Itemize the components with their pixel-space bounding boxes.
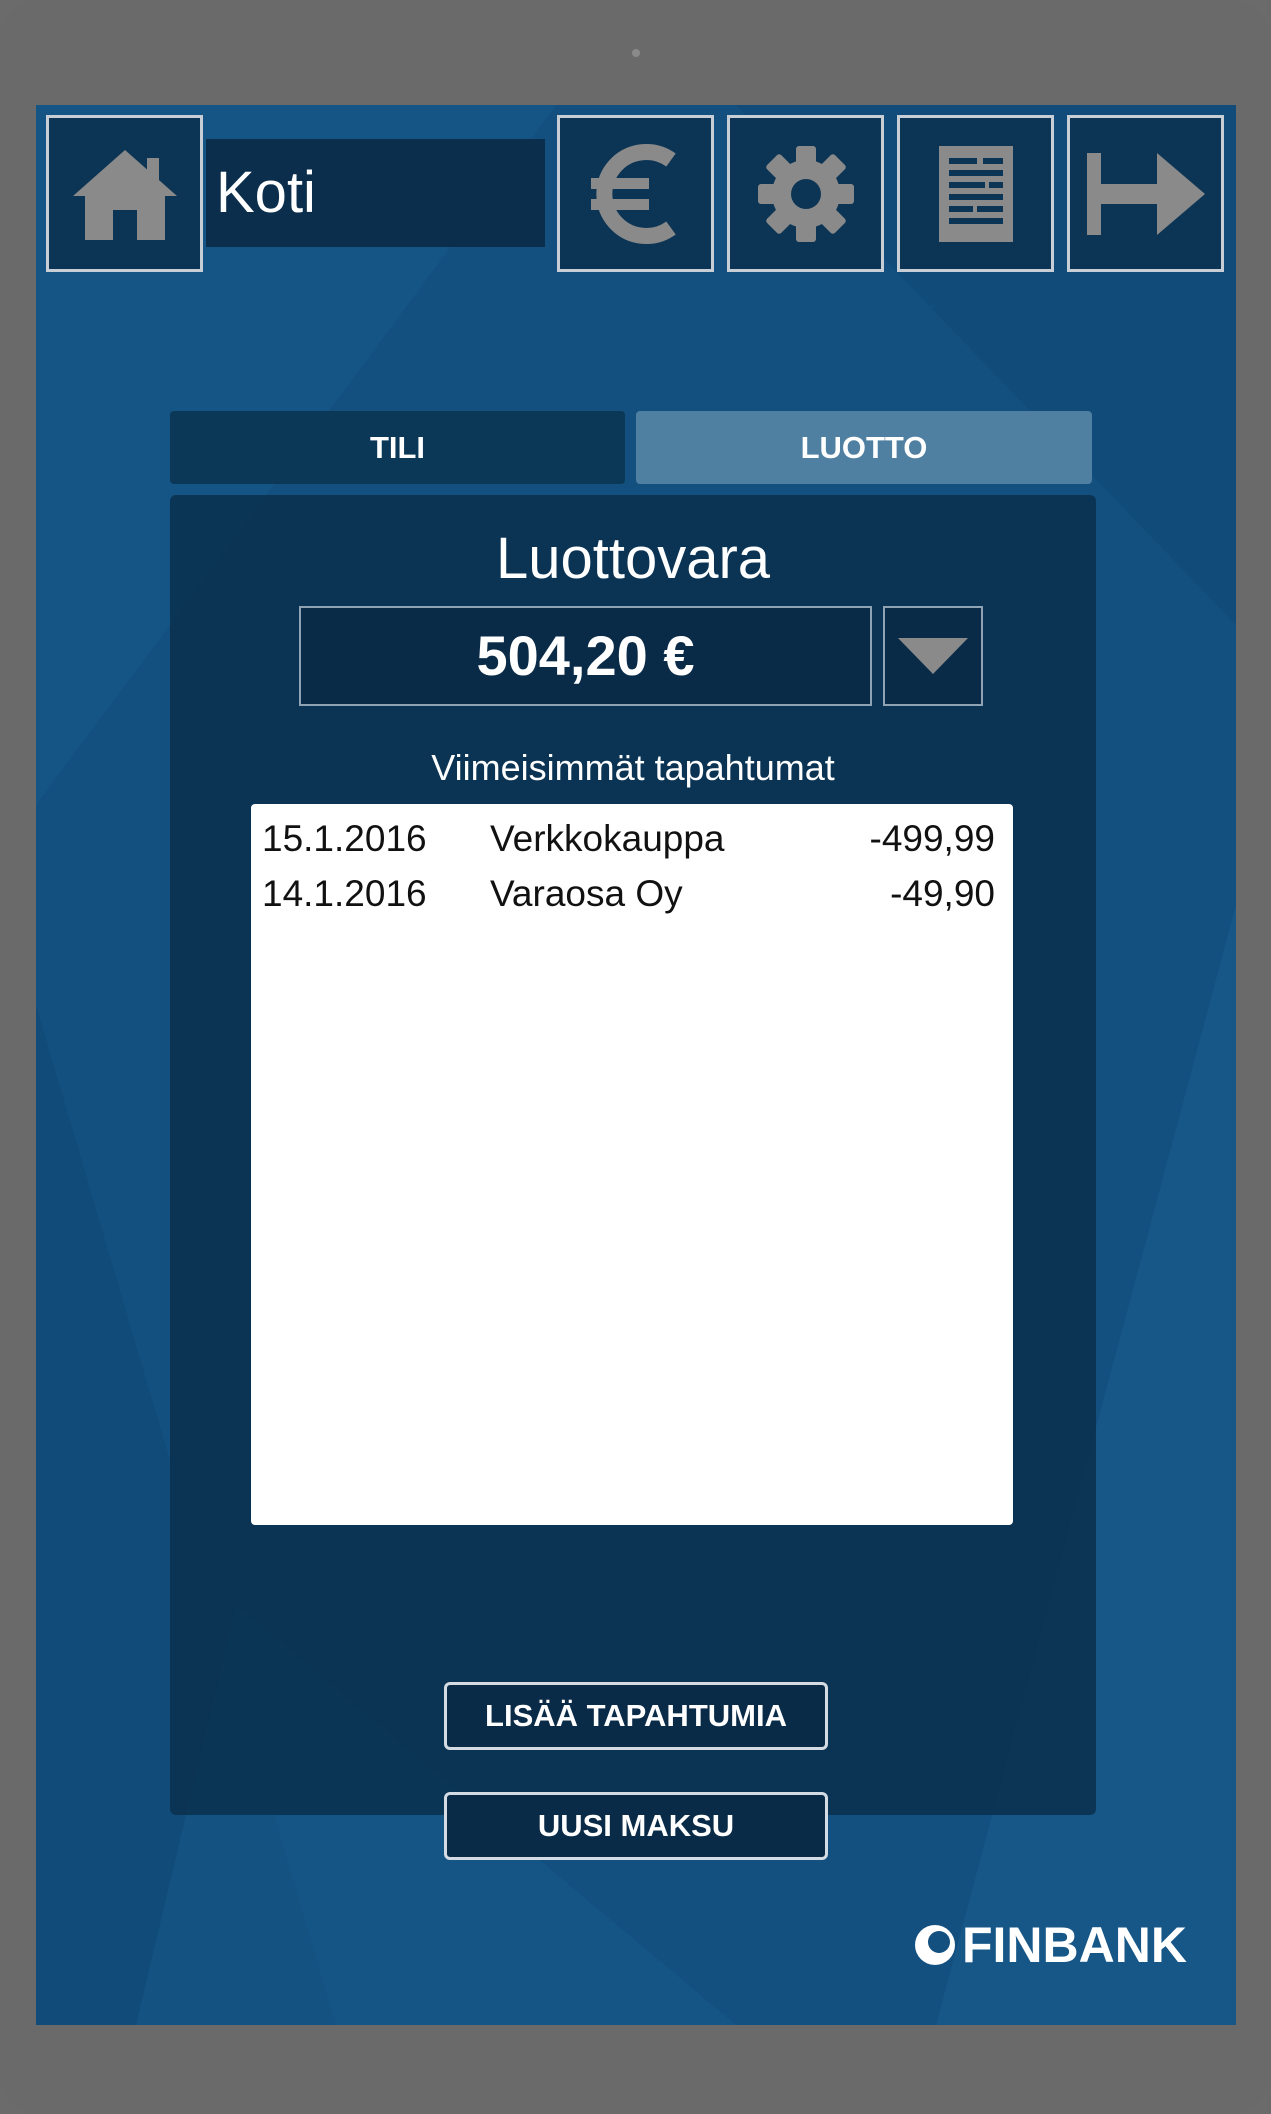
euro-icon xyxy=(590,143,676,244)
new-payment-button[interactable]: UUSI MAKSU xyxy=(444,1792,828,1860)
app-screen: Koti TILI LUOTTO Luottovara 504,20 € Vii… xyxy=(36,105,1236,2025)
document-icon xyxy=(938,145,1013,242)
transaction-amount: -49,90 xyxy=(890,873,995,914)
brand-name: FINBANK xyxy=(962,1917,1187,1973)
home-button[interactable] xyxy=(46,115,203,272)
logout-button[interactable] xyxy=(1067,115,1224,272)
settings-button[interactable] xyxy=(727,115,884,272)
euro-button[interactable] xyxy=(557,115,714,272)
document-button[interactable] xyxy=(897,115,1054,272)
transaction-name: Verkkokauppa xyxy=(490,818,725,859)
tab-luotto[interactable]: LUOTTO xyxy=(636,411,1092,484)
home-icon xyxy=(72,149,177,240)
more-transactions-button[interactable]: LISÄÄ TAPAHTUMIA xyxy=(444,1682,828,1750)
finbank-logo: FINBANK xyxy=(914,1915,1187,1975)
transactions-heading: Viimeisimmät tapahtumat xyxy=(431,747,835,788)
list-item[interactable]: 14.1.2016 Varaosa Oy -49,90 xyxy=(251,873,1013,923)
page-title: Koti xyxy=(206,139,545,247)
credit-balance: 504,20 € xyxy=(299,606,872,706)
transaction-date: 14.1.2016 xyxy=(262,873,427,914)
tablet-frame: Koti TILI LUOTTO Luottovara 504,20 € Vii… xyxy=(0,0,1271,2114)
account-dropdown[interactable] xyxy=(883,606,983,706)
tab-tili[interactable]: TILI xyxy=(170,411,625,484)
camera-dot xyxy=(632,49,640,57)
transactions-list[interactable]: 15.1.2016 Verkkokauppa -499,99 14.1.2016… xyxy=(251,804,1013,1525)
transaction-name: Varaosa Oy xyxy=(490,873,683,914)
logout-arrow-icon xyxy=(1086,152,1205,235)
transaction-date: 15.1.2016 xyxy=(262,818,427,859)
credit-heading: Luottovara xyxy=(495,526,771,591)
credit-panel: Luottovara 504,20 € Viimeisimmät tapahtu… xyxy=(170,495,1096,1860)
gear-icon xyxy=(757,145,854,242)
chevron-down-icon xyxy=(898,638,968,674)
finbank-logo-icon xyxy=(915,1925,955,1965)
list-item[interactable]: 15.1.2016 Verkkokauppa -499,99 xyxy=(251,818,1013,868)
transaction-amount: -499,99 xyxy=(869,818,996,859)
